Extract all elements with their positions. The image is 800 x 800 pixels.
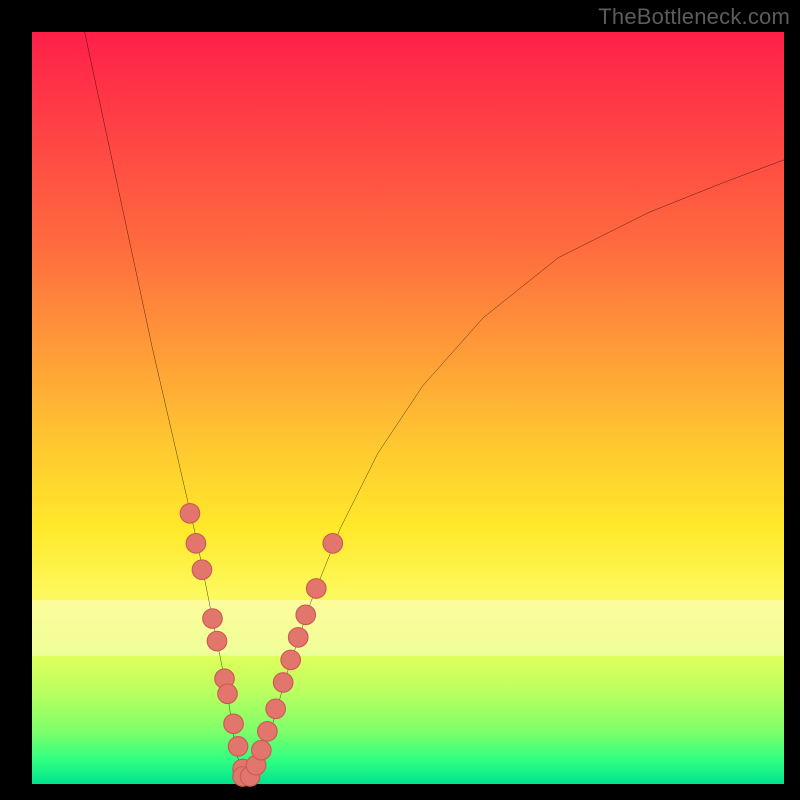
curve-marker	[266, 699, 286, 719]
bottleneck-curve	[85, 32, 784, 776]
curve-marker	[228, 737, 248, 757]
curve-layer	[32, 32, 784, 784]
curve-marker	[288, 628, 308, 648]
plot-area	[32, 32, 784, 784]
curve-marker	[203, 609, 223, 629]
curve-marker	[218, 684, 238, 704]
curve-marker	[281, 650, 301, 670]
chart-frame: TheBottleneck.com	[0, 0, 800, 800]
curve-marker	[273, 673, 293, 693]
curve-marker	[224, 714, 244, 734]
curve-marker	[192, 560, 212, 580]
curve-marker	[258, 722, 278, 742]
watermark-text: TheBottleneck.com	[598, 4, 790, 30]
curve-marker	[207, 631, 227, 651]
curve-marker	[252, 740, 272, 760]
curve-marker	[296, 605, 316, 625]
curve-marker	[186, 534, 206, 554]
curve-marker	[306, 579, 326, 599]
curve-markers	[180, 504, 342, 787]
curve-marker	[180, 504, 200, 524]
curve-marker	[323, 534, 343, 554]
